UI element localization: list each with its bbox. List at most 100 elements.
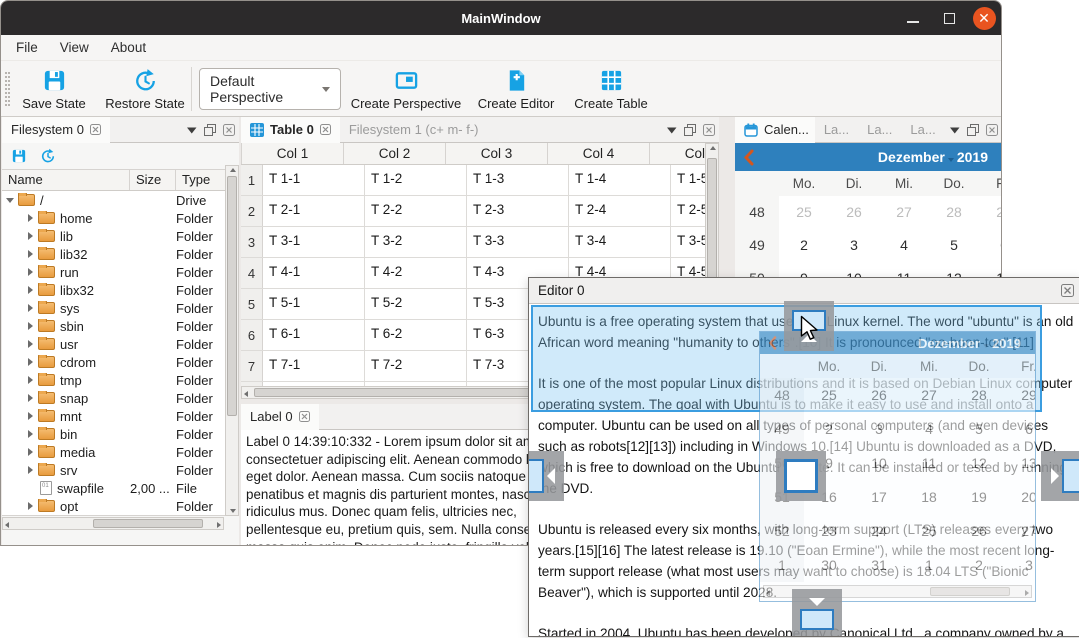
dock-float-icon[interactable] [684, 124, 696, 136]
table-cell[interactable]: T 4-2 [365, 258, 467, 288]
row-header[interactable]: 5 [241, 289, 263, 319]
table-cell[interactable]: T 7-1 [263, 351, 365, 381]
row-header[interactable]: 4 [241, 258, 263, 288]
tree-row[interactable]: srv Folder [2, 461, 225, 479]
history-clock-icon[interactable] [40, 148, 56, 164]
expander-icon[interactable] [22, 214, 38, 222]
dock-float-icon[interactable] [967, 124, 979, 136]
tab-label-dock[interactable]: La... [901, 117, 944, 143]
prev-month-icon[interactable] [743, 149, 754, 166]
table-cell[interactable]: T 1-2 [365, 165, 467, 195]
table-cell[interactable]: T 2-3 [467, 196, 569, 226]
tree-row[interactable]: / Drive [2, 191, 225, 209]
column-header[interactable]: Col 4 [548, 143, 650, 164]
row-header[interactable]: 3 [241, 227, 263, 257]
create-perspective-button[interactable]: Create Perspective [347, 65, 465, 113]
expander-icon[interactable] [22, 232, 38, 240]
tree-row[interactable]: media Folder [2, 443, 225, 461]
dock-indicator-center[interactable] [776, 451, 826, 501]
dock-indicator-left[interactable] [528, 451, 564, 501]
expander-icon[interactable] [22, 448, 38, 456]
tree-row[interactable]: lib32 Folder [2, 245, 225, 263]
menu-item[interactable]: View [49, 35, 100, 61]
tree-row[interactable]: lib Folder [2, 227, 225, 245]
tab-table-0[interactable]: Table 0 [241, 117, 340, 143]
create-table-button[interactable]: Create Table [567, 65, 655, 113]
column-header[interactable]: Col 3 [446, 143, 548, 164]
dock-close-icon[interactable] [986, 124, 998, 136]
tree-row[interactable]: run Folder [2, 263, 225, 281]
calendar-day[interactable]: 28 [929, 196, 979, 229]
tab-filesystem-1[interactable]: Filesystem 1 (c+ m- f-) [340, 117, 488, 143]
save-icon[interactable] [11, 148, 27, 164]
save-state-button[interactable]: Save State [15, 65, 93, 113]
dock-float-icon[interactable] [204, 124, 216, 136]
table-cell[interactable]: T 5-1 [263, 289, 365, 319]
expander-icon[interactable] [22, 376, 38, 384]
toolbar-drag-handle[interactable] [5, 72, 10, 106]
table-row[interactable]: 2 T 2-1 T 2-2 T 2-3 T 2-4 T 2-5 [241, 196, 705, 227]
table-row[interactable]: 3 T 3-1 T 3-2 T 3-3 T 3-4 T 3-5 [241, 227, 705, 258]
maximize-button[interactable] [935, 1, 963, 35]
dock-indicator-bottom[interactable] [792, 589, 842, 637]
close-button[interactable]: ✕ [970, 1, 998, 35]
calendar-day[interactable]: 3 [829, 229, 879, 262]
calendar-day[interactable]: 4 [879, 229, 929, 262]
tab-label-dock[interactable]: La... [815, 117, 858, 143]
minimize-button[interactable] [899, 1, 927, 35]
table-cell[interactable]: T 2-5 [671, 196, 705, 226]
table-cell[interactable]: T 1-3 [467, 165, 569, 195]
row-header[interactable]: 7 [241, 351, 263, 381]
table-cell[interactable]: T 3-2 [365, 227, 467, 257]
expander-icon[interactable] [22, 394, 38, 402]
column-header[interactable]: Col 2 [344, 143, 446, 164]
table-cell[interactable]: T 6-2 [365, 320, 467, 350]
table-cell[interactable]: T 4-1 [263, 258, 365, 288]
row-header[interactable]: 1 [241, 165, 263, 195]
editor-close-icon[interactable] [1061, 284, 1074, 297]
menu-item[interactable]: File [5, 35, 49, 61]
tree-row[interactable]: swapfile 2,00 ... File [2, 479, 225, 497]
calendar-day[interactable]: 25 [779, 196, 829, 229]
tree-row[interactable]: home Folder [2, 209, 225, 227]
month-selector[interactable]: Dezember [878, 149, 945, 165]
dock-close-icon[interactable] [703, 124, 715, 136]
table-cell[interactable]: T 1-1 [263, 165, 365, 195]
table-cell[interactable]: T 3-3 [467, 227, 569, 257]
year-selector[interactable]: 2019 [957, 149, 988, 165]
tab-label-dock[interactable]: La... [858, 117, 901, 143]
row-header[interactable]: 2 [241, 196, 263, 226]
vertical-scrollbar[interactable] [225, 165, 239, 516]
create-editor-button[interactable]: Create Editor [469, 65, 563, 113]
table-cell[interactable]: T 2-4 [569, 196, 671, 226]
table-cell[interactable]: T 1-4 [569, 165, 671, 195]
expander-icon[interactable] [22, 250, 38, 258]
tab-close-icon[interactable] [320, 124, 331, 135]
table-cell[interactable]: T 2-1 [263, 196, 365, 226]
dock-close-icon[interactable] [223, 124, 235, 136]
calendar-day[interactable]: 26 [829, 196, 879, 229]
expander-icon[interactable] [2, 198, 18, 203]
dock-menu-icon[interactable] [187, 127, 197, 134]
table-cell[interactable]: T 3-1 [263, 227, 365, 257]
tree-header[interactable]: Name Size Type [2, 169, 225, 191]
tab-label-0[interactable]: Label 0 [241, 404, 319, 430]
table-cell[interactable]: T 7-2 [365, 351, 467, 381]
row-header[interactable]: 6 [241, 320, 263, 350]
horizontal-scrollbar[interactable] [2, 517, 224, 530]
expander-icon[interactable] [22, 322, 38, 330]
tree-row[interactable]: usr Folder [2, 335, 225, 353]
perspective-dropdown[interactable]: Default Perspective [199, 68, 341, 110]
tree-row[interactable]: sbin Folder [2, 317, 225, 335]
expander-icon[interactable] [22, 412, 38, 420]
expander-icon[interactable] [22, 340, 38, 348]
calendar-day[interactable]: 2 [779, 229, 829, 262]
expander-icon[interactable] [22, 358, 38, 366]
table-cell[interactable]: T 3-4 [569, 227, 671, 257]
tree-row[interactable]: sys Folder [2, 299, 225, 317]
tree-row[interactable]: tmp Folder [2, 371, 225, 389]
tree-row[interactable]: libx32 Folder [2, 281, 225, 299]
expander-icon[interactable] [22, 466, 38, 474]
tree-row[interactable]: opt Folder [2, 497, 225, 515]
table-cell[interactable]: T 1-5 [671, 165, 705, 195]
